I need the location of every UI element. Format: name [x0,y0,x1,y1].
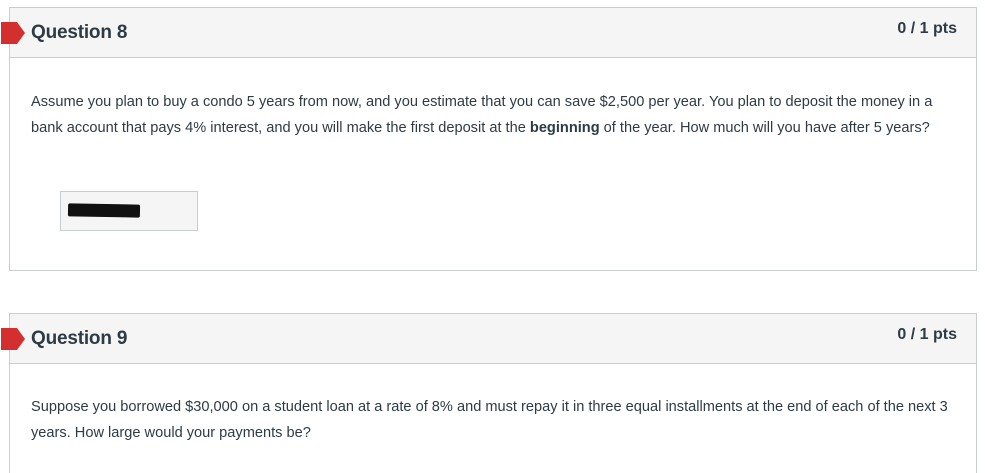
question-points: 0 / 1 pts [897,20,957,37]
question-text-part: of the year. How much will you have afte… [599,120,930,136]
incorrect-flag-icon [1,22,25,44]
question-text-bold: beginning [529,120,600,136]
answer-field[interactable] [60,191,198,231]
question-text: Assume you plan to buy a condo 5 years f… [10,58,976,141]
question-title: Question 8 [31,22,128,43]
question-9: Question 9 0 / 1 pts Suppose you borrowe… [1,313,977,473]
question-header: Question 9 0 / 1 pts [1,314,976,364]
question-title: Question 9 [31,328,128,349]
question-text: Suppose you borrowed $30,000 on a studen… [31,399,948,441]
redacted-answer [67,203,141,218]
question-points: 0 / 1 pts [897,326,957,343]
question-header: Question 8 0 / 1 pts [1,8,976,58]
incorrect-flag-icon [1,328,25,350]
question-8: Question 8 0 / 1 pts Assume you plan to … [1,7,977,271]
